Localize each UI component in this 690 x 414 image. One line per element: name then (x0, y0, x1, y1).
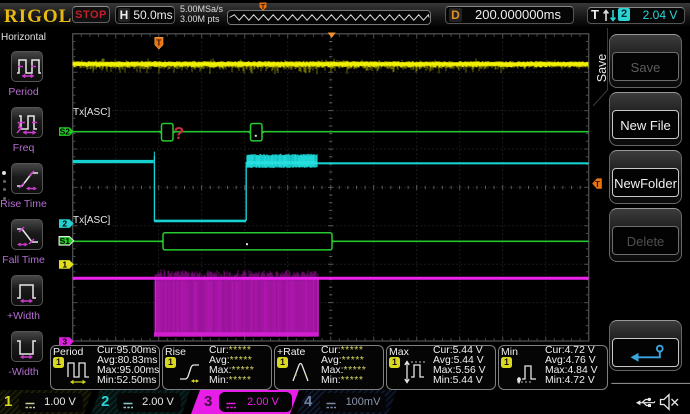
svg-text:S1: S1 (60, 236, 71, 246)
svg-text:1: 1 (62, 259, 67, 269)
svg-text:2: 2 (62, 219, 67, 229)
svg-text:Tx[ASC]: Tx[ASC] (73, 215, 110, 226)
svg-text:Tx[ASC]: Tx[ASC] (73, 107, 110, 118)
svg-text:S2: S2 (60, 127, 71, 137)
svg-text:?: ? (174, 123, 185, 143)
svg-text:T: T (261, 2, 266, 11)
svg-text:T: T (156, 38, 162, 48)
